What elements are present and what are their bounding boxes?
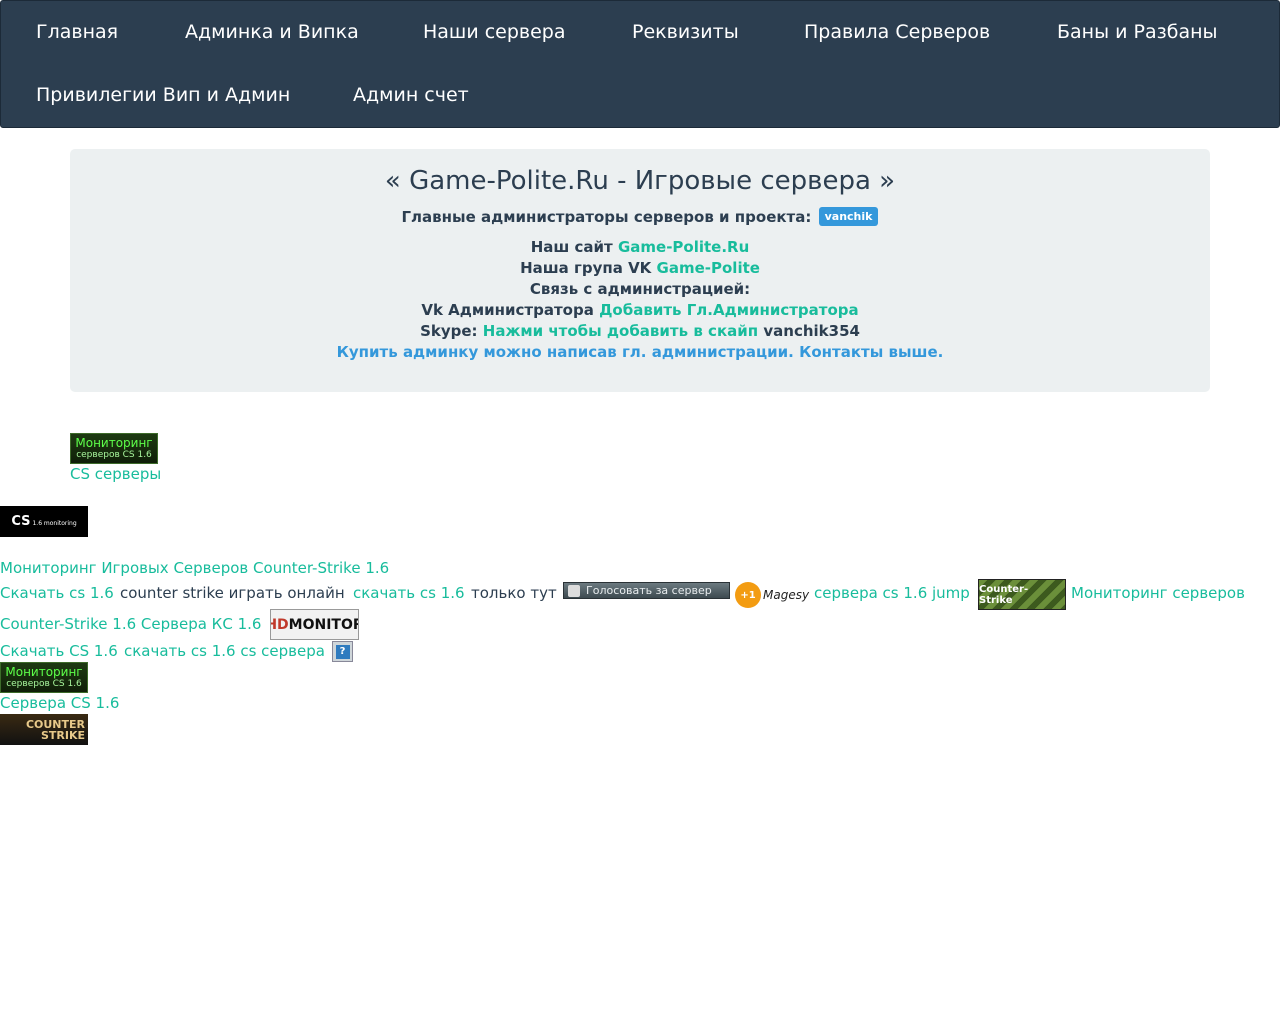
counter-strike-logo-banner[interactable]: COUNTER STRIKE	[0, 714, 88, 745]
site-line: Наш сайт Game-Polite.Ru	[70, 238, 1210, 256]
cs16-servers-kc-link[interactable]: Counter-Strike 1.6 Сервера КС 1.6	[0, 615, 261, 633]
nav-admin-account[interactable]: Админ счет	[353, 84, 469, 106]
header-panel: « Game-Polite.Ru - Игровые сервера » Гла…	[70, 149, 1210, 392]
vk-group-line: Наша група VK Game-Polite	[70, 259, 1210, 277]
monitoring-games-link[interactable]: Мониторинг Игровых Серверов Counter-Stri…	[0, 559, 389, 577]
page-title: « Game-Polite.Ru - Игровые сервера »	[384, 166, 896, 196]
download-cs-servers-link[interactable]: скачать cs 1.6 cs сервера	[124, 642, 325, 660]
vk-admin-link[interactable]: Добавить Гл.Администратора	[599, 301, 859, 319]
servers-jump-link[interactable]: сервера cs 1.6 jump	[814, 584, 970, 602]
cs-monitoring-main: CS	[11, 514, 31, 529]
counter-strike-banner[interactable]: Counter-Strike	[978, 579, 1066, 610]
vk-group-link[interactable]: Game-Polite	[657, 259, 760, 277]
nav-our-servers[interactable]: Наши сервера	[423, 21, 566, 43]
monitoring-banner-2[interactable]: Мониторинг серверов CS 1.6	[0, 662, 88, 693]
cs-servers-link[interactable]: CS серверы	[70, 465, 161, 483]
hd-monitor-hd: HD	[271, 616, 289, 633]
question-icon[interactable]: ?	[332, 641, 353, 662]
nav-bans[interactable]: Баны и Разбаны	[1057, 21, 1218, 43]
hd-monitor-banner[interactable]: HD MONITOR	[270, 609, 359, 640]
vk-group-label: Наша група VK	[520, 259, 652, 277]
magesy-label: Magesy	[763, 588, 810, 602]
plus-one-icon: +1	[735, 582, 761, 608]
cs-logo-line1: COUNTER	[25, 717, 85, 731]
vk-admin-line: Vk Администратора Добавить Гл.Администра…	[70, 301, 1210, 319]
skype-line: Skype: Нажми чтобы добавить в скайп vanc…	[70, 322, 1210, 340]
question-icon-glyph: ?	[335, 644, 350, 659]
top-navbar: Главная Админка и Випка Наши сервера Рек…	[0, 0, 1280, 128]
nav-home[interactable]: Главная	[36, 21, 118, 43]
monitoring-servers-link[interactable]: Мониторинг серверов	[1071, 584, 1245, 602]
download-cs-link[interactable]: Скачать cs 1.6	[0, 584, 114, 602]
cs-logo-line2: STRIKE	[40, 728, 85, 742]
cs-monitoring-banner[interactable]: CS 1.6 monitoring	[0, 506, 88, 537]
download-cs-cap-link[interactable]: Скачать CS 1.6	[0, 642, 118, 660]
admin-badge: vanchik	[818, 207, 879, 226]
download-cs-lower-link[interactable]: скачать cs 1.6	[353, 584, 465, 602]
contact-heading: Связь с администрацией:	[529, 280, 751, 298]
magesy-banner[interactable]: +1 Magesy	[735, 580, 811, 610]
monitoring-banner-title: Мониторинг	[75, 436, 153, 450]
only-here-text: только тут	[471, 584, 557, 602]
counter-strike-label: Counter-Strike	[979, 583, 1029, 606]
nav-privileges[interactable]: Привилегии Вип и Админ	[36, 84, 290, 106]
skype-id: vanchik354	[763, 322, 860, 340]
site-label: Наш сайт	[530, 238, 613, 256]
cs-monitoring-sub: 1.6 monitoring	[32, 520, 77, 527]
buy-notice[interactable]: Купить админку можно написав гл. админис…	[70, 343, 1210, 361]
admins-label: Главные администраторы серверов и проект…	[401, 208, 812, 226]
nav-admin-vip[interactable]: Админка и Випка	[185, 21, 359, 43]
monitoring-banner-subtitle: серверов CS 1.6	[76, 450, 152, 460]
play-online-text: counter strike играть онлайн	[120, 584, 345, 602]
nav-server-rules[interactable]: Правила Серверов	[804, 21, 990, 43]
admins-line: Главные администраторы серверов и проект…	[70, 207, 1210, 226]
monitoring-banner-2-title: Мониторинг	[5, 665, 83, 679]
monitoring-banner[interactable]: Мониторинг серверов CS 1.6	[70, 433, 158, 464]
site-link[interactable]: Game-Polite.Ru	[618, 238, 749, 256]
vote-label: Голосовать за сервер	[586, 584, 712, 597]
monitoring-banner-2-subtitle: серверов CS 1.6	[6, 679, 82, 689]
nav-requisites[interactable]: Реквизиты	[632, 21, 739, 43]
servers-cs16-link[interactable]: Сервера CS 1.6	[0, 694, 119, 712]
skype-label: Skype:	[420, 322, 478, 340]
skype-link[interactable]: Нажми чтобы добавить в скайп	[483, 322, 758, 340]
vk-admin-label: Vk Администратора	[421, 301, 594, 319]
vote-server-button[interactable]: Голосовать за сервер	[563, 582, 730, 599]
hd-monitor-rest: MONITOR	[288, 616, 359, 633]
cs-player-icon	[568, 584, 580, 597]
